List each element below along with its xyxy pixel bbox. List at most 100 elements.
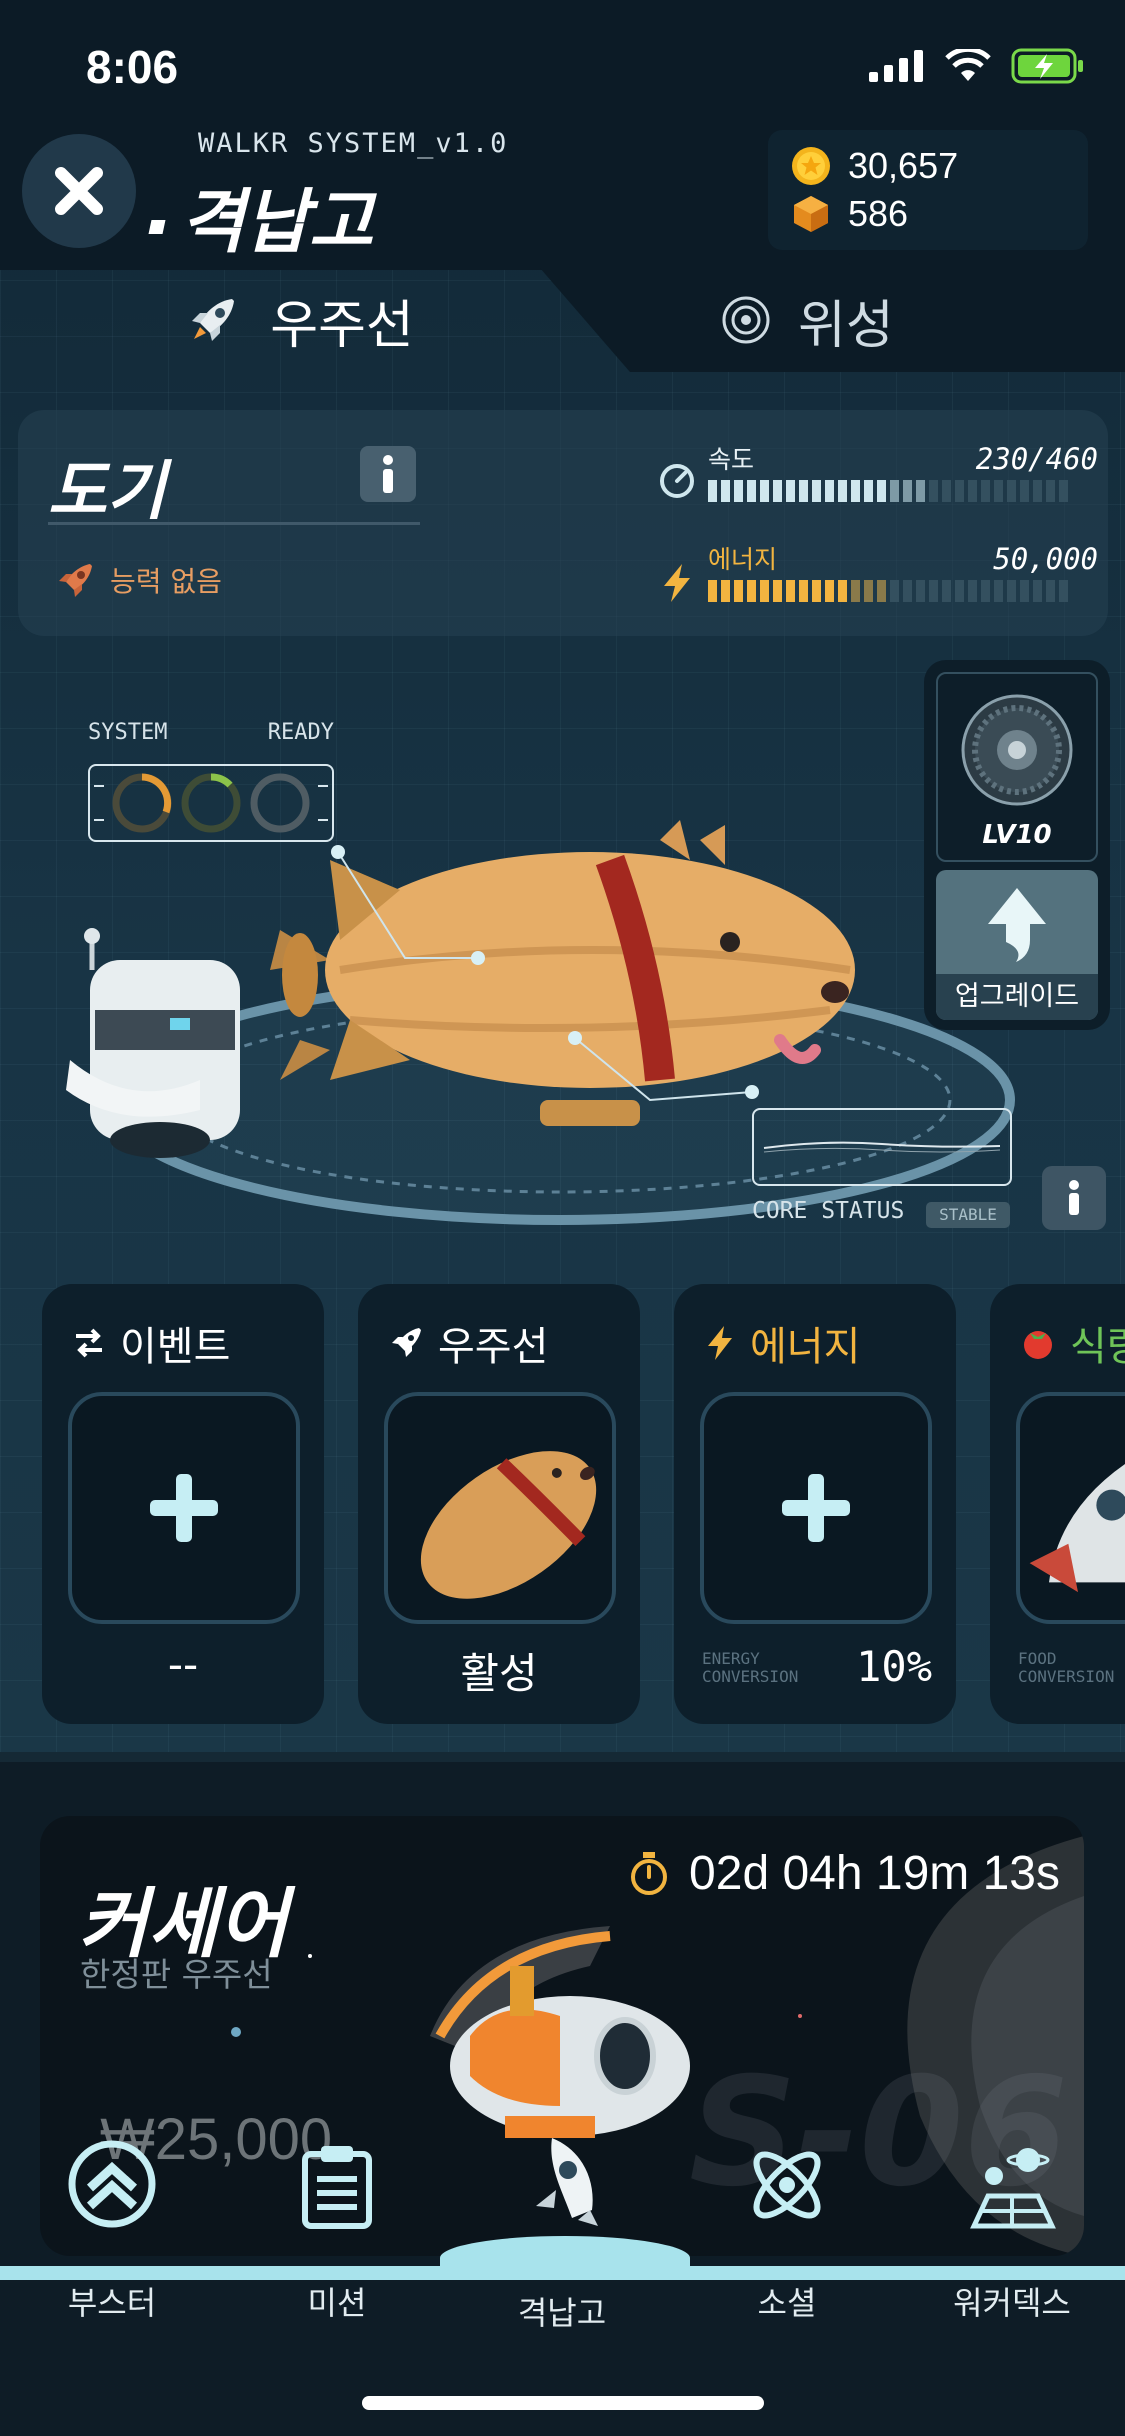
bar-segment bbox=[838, 580, 847, 602]
energy-conversion-value: 10% bbox=[856, 1642, 932, 1691]
upgrade-button[interactable]: 업그레이드 bbox=[936, 870, 1098, 1020]
satellite-orbit-icon bbox=[722, 296, 770, 344]
bar-segment bbox=[1046, 480, 1055, 502]
bar-segment bbox=[812, 480, 821, 502]
bar-segment bbox=[916, 580, 925, 602]
engine-upgrade-panel: LV10 업그레이드 bbox=[924, 660, 1110, 1030]
booster-chevrons-icon bbox=[68, 2140, 156, 2228]
bar-segment bbox=[1033, 580, 1042, 602]
bar-segment bbox=[851, 480, 860, 502]
bar-segment bbox=[955, 480, 964, 502]
bar-segment bbox=[942, 580, 951, 602]
bar-segment bbox=[1046, 580, 1055, 602]
wallet-panel[interactable]: 30,657 586 bbox=[768, 130, 1088, 250]
energy-label: 에너지 bbox=[708, 545, 778, 574]
bar-segment bbox=[734, 480, 743, 502]
bar-segment bbox=[877, 480, 886, 502]
plus-icon bbox=[150, 1474, 218, 1542]
atom-icon bbox=[753, 2151, 821, 2219]
bar-segment bbox=[721, 580, 730, 602]
nav-item-booster[interactable]: 부스터 bbox=[12, 2130, 212, 2322]
home-indicator[interactable] bbox=[362, 2396, 764, 2410]
bar-segment bbox=[747, 580, 756, 602]
bar-segment bbox=[812, 580, 821, 602]
slot-card-energy[interactable]: 에너지 ENERGY CONVERSION 10% bbox=[674, 1284, 956, 1724]
page-title: 격납고 bbox=[148, 166, 373, 267]
bar-segment bbox=[773, 580, 782, 602]
core-info-button[interactable] bbox=[1042, 1166, 1106, 1230]
tab-satellite-label: 위성 bbox=[798, 295, 894, 356]
nav-label-booster: 부스터 bbox=[67, 2284, 157, 2322]
bar-segment bbox=[721, 480, 730, 502]
energy-add-slot[interactable] bbox=[700, 1392, 932, 1624]
energy-conversion-label: ENERGY CONVERSION bbox=[702, 1649, 799, 1686]
bar-segment bbox=[981, 580, 990, 602]
slot-card-food[interactable]: 식량 FOOD CONVERSION bbox=[990, 1284, 1125, 1724]
system-rings-icon bbox=[94, 773, 328, 833]
bar-segment bbox=[903, 480, 912, 502]
nav-item-walkerdex[interactable]: 워커덱스 bbox=[912, 2130, 1112, 2322]
close-button[interactable] bbox=[22, 134, 136, 248]
engine-level-box[interactable]: LV10 bbox=[936, 672, 1098, 862]
nav-item-social[interactable]: 소셜 bbox=[687, 2130, 887, 2322]
nav-label-hangar: 격납고 bbox=[517, 2294, 607, 2332]
bar-segment bbox=[877, 580, 886, 602]
bar-segment bbox=[1007, 480, 1016, 502]
bar-segment bbox=[968, 580, 977, 602]
nav-item-mission[interactable]: 미션 bbox=[237, 2130, 437, 2322]
bar-segment bbox=[708, 480, 717, 502]
cube-count: 586 bbox=[848, 193, 909, 234]
status-time: 8:06 bbox=[86, 41, 179, 93]
slot-title-food: 식량 bbox=[1070, 1324, 1125, 1370]
bar-segment bbox=[981, 480, 990, 502]
bar-segment bbox=[1020, 480, 1029, 502]
tab-spaceship[interactable]: 우주선 bbox=[0, 268, 600, 372]
system-ring-panel bbox=[88, 764, 334, 842]
rocket-icon bbox=[536, 2138, 598, 2226]
promo-timer: 02d 04h 19m 13s bbox=[629, 1846, 1060, 1901]
bar-segment bbox=[929, 480, 938, 502]
nav-item-hangar[interactable]: 격납고 bbox=[462, 2130, 662, 2332]
bar-segment bbox=[799, 480, 808, 502]
engine-turbine-icon bbox=[961, 694, 1073, 806]
bar-segment bbox=[760, 580, 769, 602]
section-divider bbox=[0, 1752, 1125, 1762]
engine-level: LV10 bbox=[982, 820, 1052, 850]
tab-satellite[interactable]: 위성 bbox=[720, 268, 1120, 372]
ship-info-button[interactable] bbox=[360, 446, 416, 502]
coin-count: 30,657 bbox=[848, 145, 959, 186]
core-status-wave-icon bbox=[763, 1141, 1001, 1153]
slot-title-spaceship: 우주선 bbox=[438, 1324, 549, 1370]
info-icon bbox=[1069, 1180, 1079, 1215]
clipboard-icon bbox=[302, 2146, 372, 2229]
speed-stat: 속도 230/460 bbox=[658, 440, 1098, 502]
bar-segment bbox=[942, 480, 951, 502]
upgrade-label: 업그레이드 bbox=[936, 974, 1098, 1020]
slot-card-spaceship[interactable]: 우주선 활성 bbox=[358, 1284, 640, 1724]
status-bar: 8:06 bbox=[0, 0, 1125, 130]
spaceship-slot[interactable] bbox=[384, 1392, 616, 1624]
tab-spaceship-label: 우주선 bbox=[270, 295, 414, 356]
bar-segment bbox=[838, 480, 847, 502]
core-status-panel bbox=[752, 1108, 1012, 1186]
slot-card-event[interactable]: 이벤트 -- bbox=[42, 1284, 324, 1724]
bar-segment bbox=[799, 580, 808, 602]
plus-icon bbox=[782, 1474, 850, 1542]
rocket-ship-thumbnail bbox=[1029, 1464, 1125, 1593]
event-swap-icon bbox=[76, 1328, 102, 1358]
cellular-signal-icon bbox=[869, 50, 923, 82]
ready-label: READY bbox=[267, 720, 334, 745]
bar-segment bbox=[890, 480, 899, 502]
bar-segment bbox=[890, 580, 899, 602]
slot-title-energy: 에너지 bbox=[750, 1324, 861, 1370]
speed-bar bbox=[708, 480, 1098, 502]
name-divider bbox=[48, 522, 420, 525]
speed-label: 속도 bbox=[708, 445, 755, 474]
food-slot[interactable] bbox=[1016, 1392, 1125, 1624]
spaceship-slot-status: 활성 bbox=[460, 1649, 538, 1698]
core-status-badge: STABLE bbox=[926, 1202, 1010, 1228]
event-add-slot[interactable] bbox=[68, 1392, 300, 1624]
lightning-icon bbox=[708, 1326, 732, 1360]
bar-segment bbox=[825, 480, 834, 502]
coin-icon bbox=[792, 147, 830, 185]
